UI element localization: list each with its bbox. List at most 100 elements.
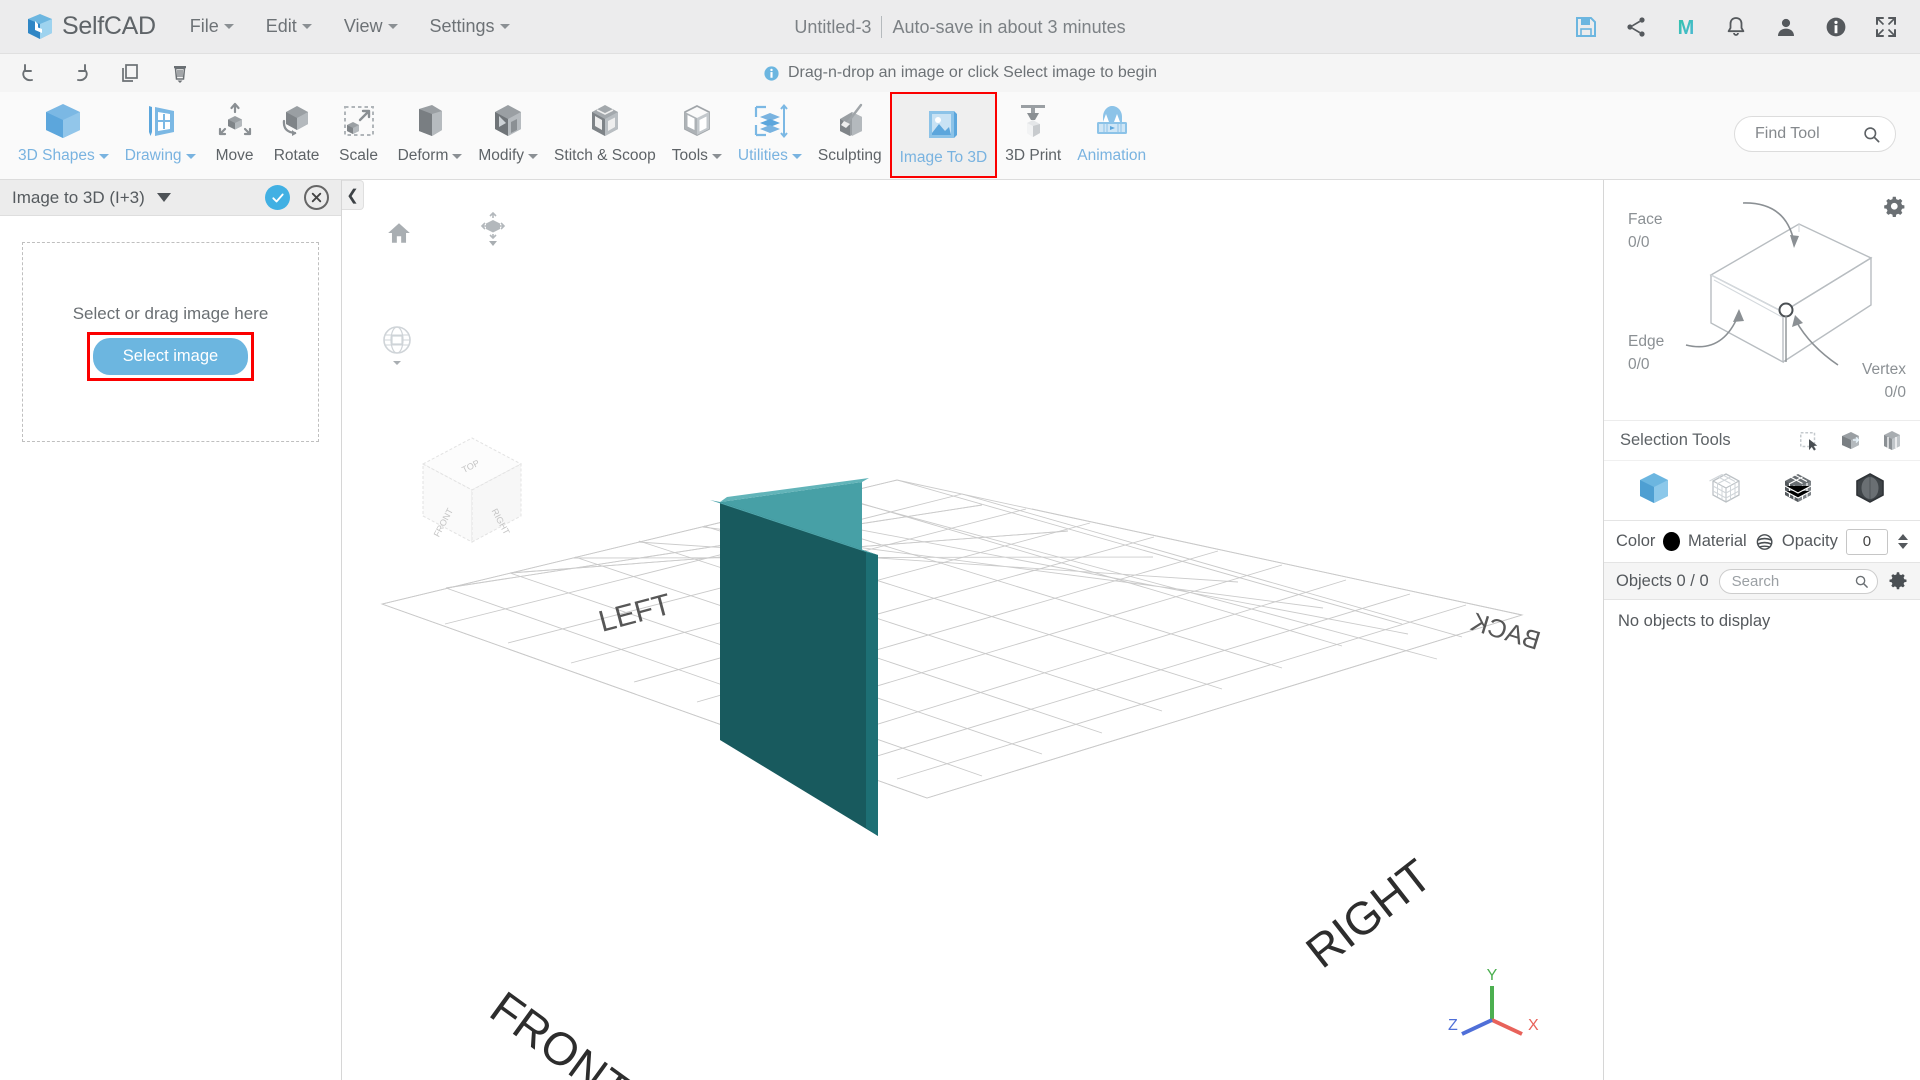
menu-edit[interactable]: Edit [266,16,312,37]
chevron-down-icon [387,24,398,29]
pan-control[interactable] [382,325,412,370]
tool-3d-print[interactable]: 3D Print [997,92,1069,178]
copy-icon[interactable] [118,61,142,85]
opacity-input[interactable]: 0 [1845,528,1888,555]
notifications-bell-icon[interactable] [1724,15,1748,39]
delete-icon[interactable] [168,61,192,85]
tool-text: Image To 3D [899,149,988,166]
axis-label-y: Y [1487,967,1498,984]
selfcad-logo-icon [28,13,52,39]
chevron-down-icon[interactable] [156,193,171,202]
tool-drawing[interactable]: Drawing [117,92,204,178]
3d-viewport[interactable]: LEFT BACK FRONT RIGHT TOP FRONT RIGHT Y … [342,180,1603,1080]
tool-image-to-3d[interactable]: Image To 3D [889,92,998,178]
stepper-down-icon[interactable] [1898,543,1908,549]
tool-stitch-scoop[interactable]: Stitch & Scoop [546,92,664,178]
left-panel-header: Image to 3D (I+3) [0,180,341,216]
confirm-button[interactable] [265,185,290,210]
chevron-down-icon [528,153,539,159]
tool-sculpting[interactable]: Sculpting [810,92,890,178]
info-icon[interactable] [1824,15,1848,39]
cancel-button[interactable] [304,185,329,210]
tool-move[interactable]: Move [204,92,266,178]
sculpting-icon [828,98,872,144]
material-sphere-icon[interactable] [1755,531,1774,553]
stat-face-value: 0/0 [1628,234,1650,252]
stepper-up-icon[interactable] [1898,534,1908,540]
brand: SelfCAD [24,11,156,43]
tool-label: 3D Shapes [18,147,109,165]
menu-view[interactable]: View [344,16,398,37]
opacity-stepper[interactable] [1898,534,1908,549]
stat-vertex-value: 0/0 [1884,384,1906,402]
tool-text: 3D Shapes [18,147,95,164]
tool-label: Stitch & Scoop [554,147,656,165]
menu-file[interactable]: File [190,16,234,37]
face-mode-icon[interactable] [1780,470,1816,511]
select-image-button[interactable]: Select image [92,337,249,375]
object-mode-icon[interactable] [1636,470,1672,511]
pan-navigation-icon [383,326,411,365]
undo-icon[interactable] [18,61,42,85]
chevron-down-icon [185,153,196,159]
selection-stats-box: Face 0/0 Edge 0/0 Vertex 0/0 [1604,180,1920,420]
stat-edge: Edge 0/0 [1628,330,1664,377]
tool-3d-shapes[interactable]: 3D Shapes [10,92,117,178]
color-swatch[interactable] [1663,532,1681,551]
tool-scale[interactable]: Scale [328,92,390,178]
fullscreen-icon[interactable] [1874,15,1898,39]
autosave-status: Auto-save in about 3 minutes [892,16,1126,37]
tool-animation[interactable]: Animation [1069,92,1154,178]
loop-select-icon[interactable] [1880,429,1904,453]
svg-text:M: M [1678,17,1695,39]
tool-label: Modify [478,147,539,165]
tool-modify[interactable]: Modify [470,92,546,178]
material-label: Material [1688,532,1747,550]
tool-utilities[interactable]: Utilities [730,92,810,178]
vertex-mode-icon[interactable] [1708,470,1744,511]
shaded-mode-icon[interactable] [1852,470,1888,511]
rectangle-select-icon[interactable] [1798,430,1820,452]
tool-rotate[interactable]: Rotate [266,92,328,178]
orientation-control[interactable] [480,211,506,251]
tool-label: Drawing [125,147,196,165]
image-to-3d-icon [921,100,965,146]
close-icon [311,192,322,203]
objects-search-placeholder: Search [1731,572,1780,590]
chevron-down-icon [301,24,312,29]
redo-icon[interactable] [68,61,92,85]
tool-text: Utilities [737,147,788,164]
tool-deform[interactable]: Deform [390,92,471,178]
tool-tools[interactable]: Tools [664,92,730,178]
ground-label-left: LEFT [595,588,674,639]
share-icon[interactable] [1624,15,1648,39]
search-icon [1864,126,1880,142]
color-material-opacity-row: Color Material Opacity 0 [1604,520,1920,562]
gear-icon[interactable] [1884,196,1906,218]
tool-label: Animation [1077,147,1146,165]
move-arrows-icon [213,98,257,144]
stat-edge-value: 0/0 [1628,356,1650,374]
ground-label-right: RIGHT [1296,849,1441,978]
objects-search-input[interactable]: Search [1718,568,1878,594]
tool-text: Animation [1077,147,1147,164]
axis-gizmo: Y X Z [1448,967,1539,1036]
viewport-canvas[interactable]: LEFT BACK FRONT RIGHT TOP FRONT RIGHT Y … [342,180,1603,1080]
save-icon[interactable] [1574,15,1598,39]
collapse-panel-button[interactable]: ❮ [342,180,364,210]
animation-icon [1090,98,1134,144]
ground-label-back: BACK [1467,606,1544,656]
box-select-icon[interactable] [1838,429,1862,453]
menu-view-label: View [343,16,383,36]
menu-settings[interactable]: Settings [430,16,510,37]
orientation-cube-icon [480,211,506,246]
hint-bar: Drag-n-drop an image or click Select ima… [0,54,1920,92]
gear-icon[interactable] [1888,571,1908,591]
magic-m-icon[interactable]: M [1674,15,1698,39]
find-tool-search[interactable]: Find Tool [1734,116,1896,152]
tool-text: Stitch & Scoop [554,147,656,164]
image-dropzone[interactable]: Select or drag image here Select image [22,242,319,442]
title-separator [881,16,883,38]
user-account-icon[interactable] [1774,15,1798,39]
home-icon[interactable] [386,220,412,246]
